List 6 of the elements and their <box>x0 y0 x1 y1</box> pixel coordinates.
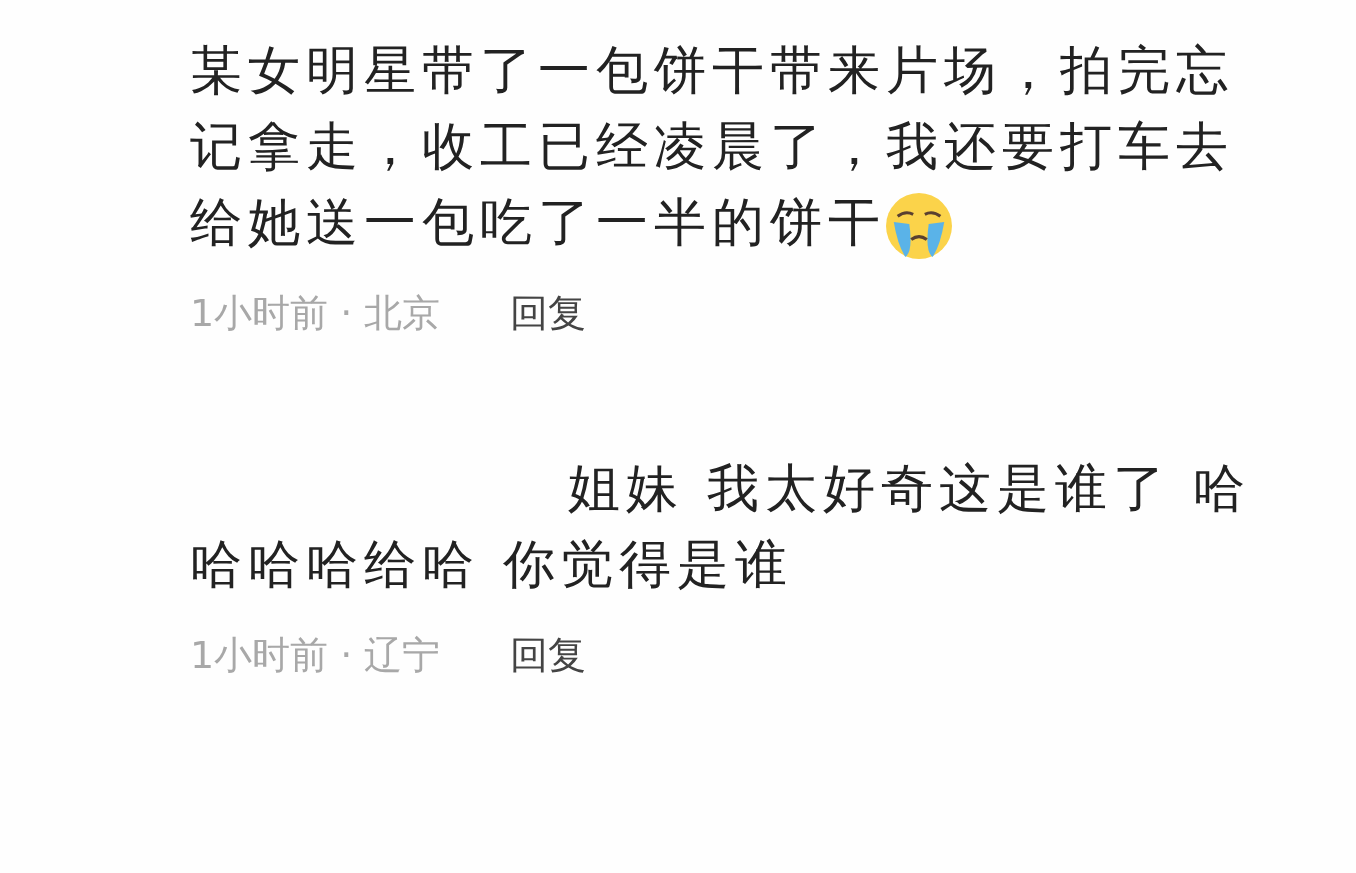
comment-text: 某女明星带了一包饼干带来片场，拍完忘记拿走，收工已经凌晨了，我还要打车去给她送一包吃了一半的饼干 <box>190 32 1290 260</box>
comment-text: 姐妹 我太好奇这是谁了 哈哈哈哈给哈 你觉得是谁 <box>190 457 1253 596</box>
reply-link[interactable]: 回复 <box>510 288 587 338</box>
comment-time-location: 1小时前 · 辽宁 <box>190 632 441 679</box>
comment-time-location: 1小时前 · 北京 <box>190 290 441 337</box>
reply-link[interactable]: 回复 <box>510 630 587 680</box>
